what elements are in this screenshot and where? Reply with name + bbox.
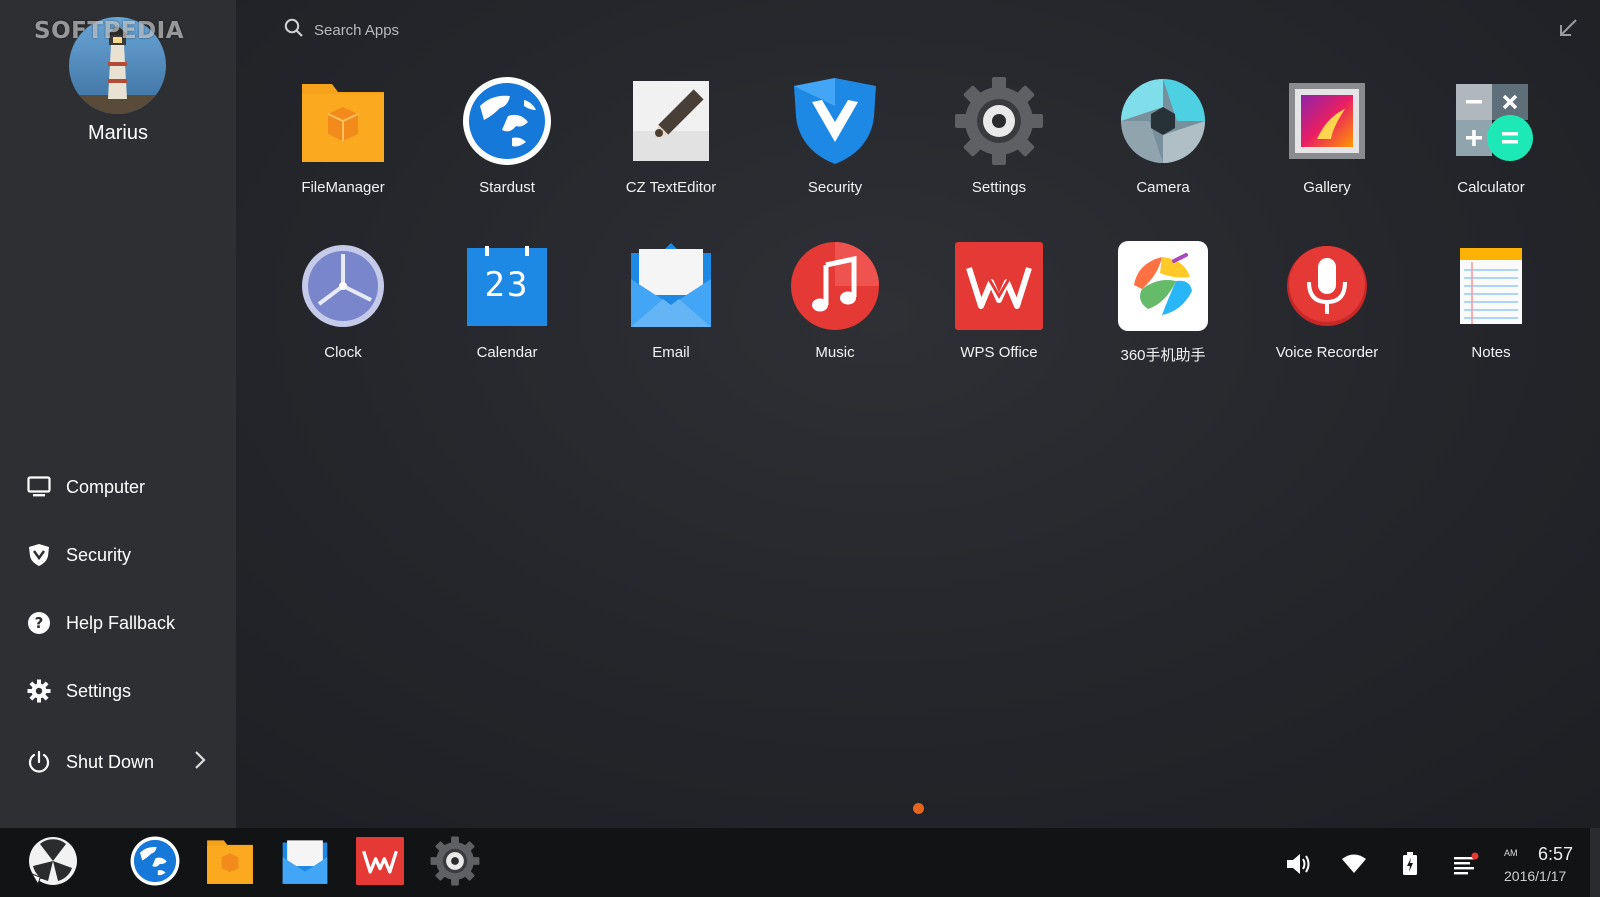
email-icon bbox=[626, 241, 716, 331]
shield-icon bbox=[26, 542, 52, 568]
app-label: Clock bbox=[324, 344, 362, 361]
gallery-icon bbox=[1282, 76, 1372, 166]
email-icon bbox=[281, 837, 329, 890]
sidebar-item-settings[interactable]: Settings bbox=[0, 667, 236, 715]
app-label: Gallery bbox=[1303, 179, 1351, 196]
360-assistant-icon bbox=[1118, 241, 1208, 331]
app-clock[interactable]: Clock bbox=[268, 241, 418, 391]
camera-aperture-icon bbox=[1118, 76, 1208, 166]
taskbar-wps-office[interactable] bbox=[355, 836, 405, 890]
wifi-icon[interactable] bbox=[1340, 850, 1368, 878]
text-editor-icon bbox=[626, 76, 716, 166]
app-stardust[interactable]: Stardust bbox=[432, 76, 582, 226]
app-music[interactable]: Music bbox=[760, 241, 910, 391]
settings-gear-icon bbox=[430, 836, 480, 891]
app-label: Voice Recorder bbox=[1275, 344, 1379, 361]
wps-office-icon bbox=[954, 241, 1044, 331]
app-cz-texteditor[interactable]: CZ TextEditor bbox=[596, 76, 746, 226]
taskbar-filemanager[interactable] bbox=[205, 838, 255, 888]
app-label: Calendar bbox=[476, 344, 538, 361]
calendar-icon: 23 bbox=[462, 241, 552, 331]
calculator-icon bbox=[1446, 76, 1536, 166]
sidebar-item-label: Shut Down bbox=[66, 751, 155, 772]
sidebar-item-help-fallback[interactable]: ? Help Fallback bbox=[0, 599, 236, 647]
app-360-assistant[interactable]: 360手机助手 bbox=[1088, 241, 1238, 391]
microphone-icon bbox=[1282, 241, 1372, 331]
clock-time[interactable]: 6:57 bbox=[1538, 844, 1573, 865]
chevron-right-icon[interactable] bbox=[194, 750, 206, 775]
search-bar[interactable] bbox=[284, 14, 784, 46]
start-menu-button[interactable] bbox=[28, 836, 78, 891]
page-indicator-dot[interactable] bbox=[913, 803, 924, 814]
volume-icon[interactable] bbox=[1285, 850, 1313, 878]
clock-date[interactable]: 2016/1/17 bbox=[1504, 868, 1566, 884]
username: Marius bbox=[87, 122, 148, 144]
sidebar-item-shut-down[interactable]: Shut Down bbox=[0, 738, 236, 786]
app-label: FileManager bbox=[301, 179, 385, 196]
app-settings[interactable]: Settings bbox=[924, 76, 1074, 226]
app-label: 360手机助手 bbox=[1120, 347, 1206, 364]
stardust-browser-icon bbox=[462, 76, 552, 166]
app-security[interactable]: Security bbox=[760, 76, 910, 226]
app-label: Music bbox=[815, 344, 855, 361]
sidebar-item-label: Computer bbox=[66, 476, 146, 497]
battery-charging-icon[interactable] bbox=[1396, 850, 1424, 878]
taskbar-settings[interactable] bbox=[430, 836, 480, 891]
wps-office-icon bbox=[356, 836, 404, 890]
app-label: Notes bbox=[1471, 344, 1511, 361]
taskbar-stardust[interactable] bbox=[130, 836, 180, 891]
app-calendar[interactable]: 23 Calendar bbox=[432, 241, 582, 391]
sidebar-item-security[interactable]: Security bbox=[0, 531, 236, 579]
settings-gear-icon bbox=[954, 76, 1044, 166]
app-label: Camera bbox=[1136, 179, 1190, 196]
app-label: Stardust bbox=[479, 179, 535, 196]
svg-text:?: ? bbox=[35, 614, 44, 632]
app-label: Settings bbox=[971, 179, 1027, 196]
stardust-browser-icon bbox=[130, 836, 180, 891]
calendar-day: 23 bbox=[484, 265, 530, 305]
notifications-icon[interactable] bbox=[1452, 850, 1480, 878]
taskbar-email[interactable] bbox=[280, 838, 330, 888]
app-gallery[interactable]: Gallery bbox=[1252, 76, 1402, 226]
file-manager-icon bbox=[298, 76, 388, 166]
app-wps-office[interactable]: WPS Office bbox=[924, 241, 1074, 391]
monitor-icon bbox=[26, 474, 52, 500]
start-menu-icon bbox=[28, 836, 78, 891]
sidebar: SOFTPEDIA Marius Computer Security ? Hel… bbox=[0, 0, 236, 828]
app-label: Calculator bbox=[1457, 179, 1525, 196]
app-email[interactable]: Email bbox=[596, 241, 746, 391]
app-label: WPS Office bbox=[960, 344, 1038, 361]
security-shield-icon bbox=[790, 76, 880, 166]
show-desktop-button[interactable] bbox=[1590, 828, 1600, 897]
sidebar-item-label: Help Fallback bbox=[66, 612, 176, 633]
search-input[interactable] bbox=[314, 21, 714, 39]
clock-ampm: AM bbox=[1504, 848, 1518, 858]
app-label: CZ TextEditor bbox=[625, 179, 717, 196]
power-icon bbox=[26, 749, 52, 775]
app-voice-recorder[interactable]: Voice Recorder bbox=[1252, 241, 1402, 391]
file-manager-icon bbox=[206, 837, 254, 890]
collapse-launcher-icon[interactable] bbox=[1558, 18, 1578, 43]
search-icon bbox=[284, 18, 304, 43]
app-calculator[interactable]: Calculator bbox=[1416, 76, 1566, 226]
app-filemanager[interactable]: FileManager bbox=[268, 76, 418, 226]
app-camera[interactable]: Camera bbox=[1088, 76, 1238, 226]
clock-icon bbox=[298, 241, 388, 331]
sidebar-item-computer[interactable]: Computer bbox=[0, 463, 236, 511]
app-label: Security bbox=[807, 179, 863, 196]
app-label: Email bbox=[652, 344, 690, 361]
app-notes[interactable]: Notes bbox=[1416, 241, 1566, 391]
softpedia-watermark: SOFTPEDIA bbox=[34, 18, 185, 44]
sidebar-item-label: Settings bbox=[66, 680, 132, 701]
notes-icon bbox=[1446, 241, 1536, 331]
music-note-icon bbox=[790, 241, 880, 331]
sidebar-item-label: Security bbox=[66, 544, 132, 565]
gear-icon bbox=[26, 678, 52, 704]
help-icon: ? bbox=[26, 610, 52, 636]
